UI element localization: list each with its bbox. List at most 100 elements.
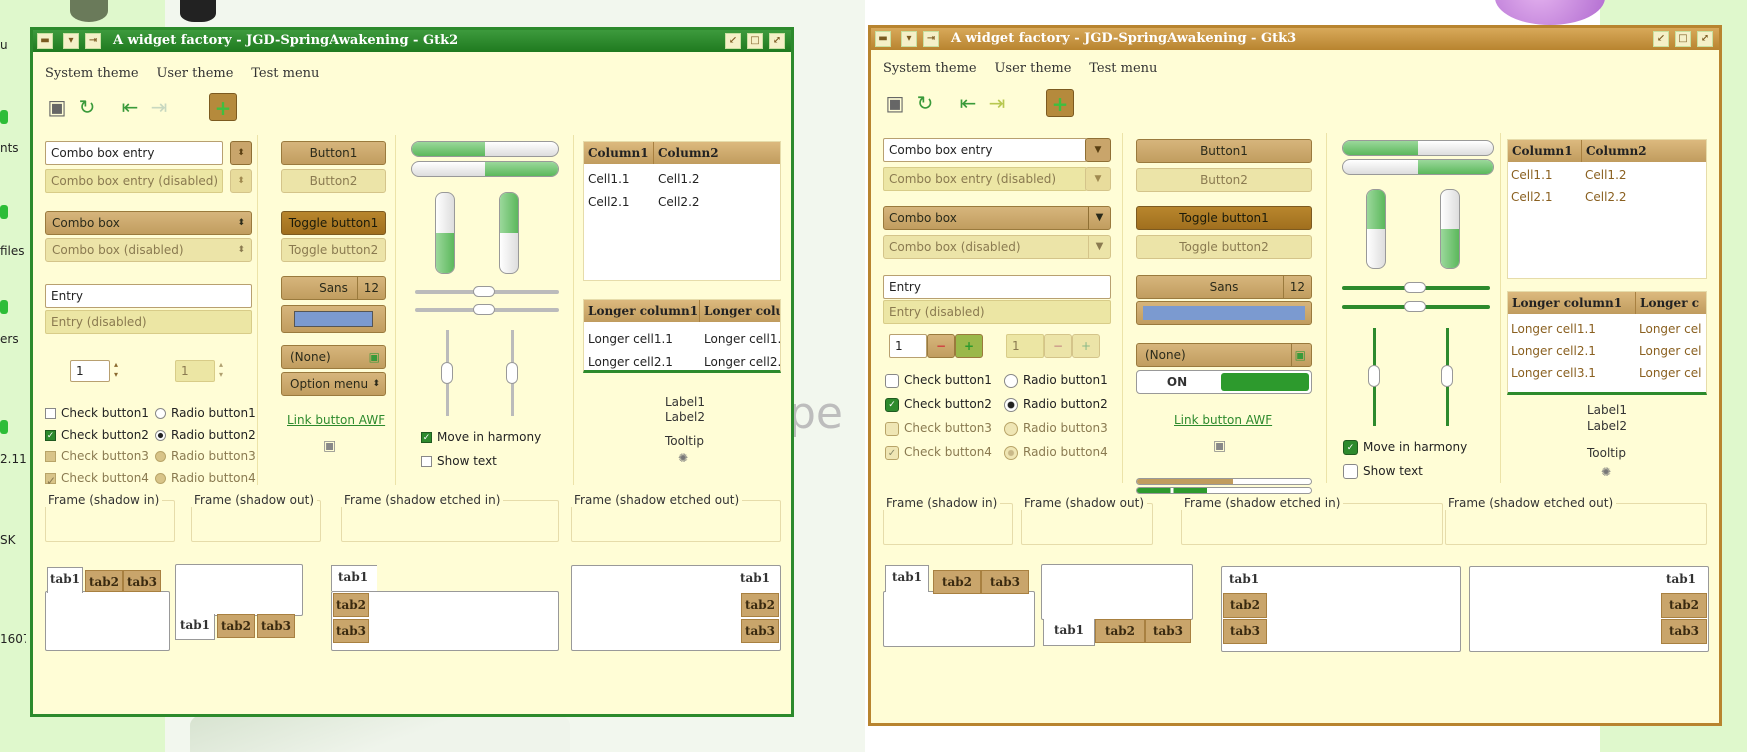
move-in-harmony-check[interactable]: ✓ Move in harmony <box>1343 440 1467 455</box>
tree-cell[interactable]: Longer cel <box>1639 344 1701 358</box>
check-button1[interactable]: Check button1 <box>885 373 992 388</box>
button1[interactable]: Button1 <box>281 141 386 165</box>
tree-cell[interactable]: Longer cell1.1 <box>1511 322 1596 336</box>
tree-cell[interactable]: Cell1.1 <box>1511 168 1553 182</box>
tree-cell[interactable]: Longer cell1. <box>704 332 780 346</box>
tab2[interactable]: tab2 <box>333 593 369 617</box>
vscale-1[interactable] <box>441 330 453 416</box>
tab1[interactable]: tab1 <box>331 565 377 591</box>
window-titlebar[interactable]: ▬ ▾ ⇥ A widget factory - JGD-SpringAwake… <box>871 28 1719 50</box>
move-in-harmony-check[interactable]: ✓ Move in harmony <box>421 430 541 444</box>
go-first-icon[interactable]: ⇤ <box>116 93 144 121</box>
maximize-icon[interactable]: □ <box>1675 31 1691 47</box>
tree-view-1[interactable]: Column1 Column2 Cell1.1 Cell1.2 Cell2.1 C… <box>583 141 781 281</box>
combo-entry-input[interactable]: Combo box entry <box>883 138 1087 162</box>
column-header[interactable]: Longer colu <box>700 300 780 322</box>
desktop-icon[interactable] <box>0 205 8 219</box>
tab1[interactable]: tab1 <box>1043 619 1095 646</box>
desktop-icon-top[interactable] <box>70 0 108 22</box>
tree-cell[interactable]: Longer cel <box>1639 366 1701 380</box>
desktop-icon[interactable] <box>0 300 8 314</box>
tab1[interactable]: tab1 <box>885 565 929 592</box>
option-menu[interactable]: Option menu ⬍ <box>281 372 386 396</box>
vscale-2[interactable] <box>1441 328 1453 426</box>
close-icon[interactable]: ⤢ <box>1697 31 1713 47</box>
tab3[interactable]: tab3 <box>257 614 295 638</box>
column-header[interactable]: Column2 <box>1582 140 1651 162</box>
color-button[interactable] <box>1136 301 1312 325</box>
vscale-1[interactable] <box>1368 328 1380 426</box>
tab2[interactable]: tab2 <box>933 570 981 594</box>
button1[interactable]: Button1 <box>1136 139 1312 163</box>
radio-button2[interactable]: Radio button2 <box>1004 397 1108 412</box>
tab1[interactable]: tab1 <box>1223 568 1273 590</box>
refresh-icon[interactable]: ↻ <box>73 93 101 121</box>
hscale-1[interactable] <box>415 286 559 297</box>
combo-box[interactable]: Combo box ▼ <box>883 206 1111 230</box>
combo-entry-dropdown-icon[interactable]: ▼ <box>1085 138 1111 162</box>
tree-cell[interactable]: Cell1.1 <box>588 172 630 186</box>
switch-handle[interactable] <box>1221 373 1309 391</box>
tree-cell[interactable]: Longer cell2.1 <box>588 355 673 369</box>
tab2[interactable]: tab2 <box>1095 619 1145 643</box>
tab1[interactable]: tab1 <box>1657 568 1705 590</box>
slider-handle[interactable] <box>1368 365 1380 387</box>
pin-icon[interactable]: ▾ <box>63 33 79 49</box>
hscale-2[interactable] <box>415 304 559 315</box>
check-button1[interactable]: Check button1 <box>45 406 149 420</box>
tree-cell[interactable]: Cell2.2 <box>1585 190 1627 204</box>
tab3[interactable]: tab3 <box>333 619 369 643</box>
desktop-icon-top-dark[interactable] <box>180 0 216 22</box>
tree-cell[interactable]: Longer cell1.1 <box>588 332 673 346</box>
tree-cell[interactable]: Longer cell2.2 <box>704 355 780 369</box>
desktop-icon[interactable] <box>0 110 8 124</box>
column-header[interactable]: Column2 <box>654 142 723 164</box>
tab3[interactable]: tab3 <box>981 570 1029 594</box>
spin-button[interactable]: 1 <box>889 334 927 358</box>
tab3[interactable]: tab3 <box>1223 619 1267 644</box>
shade-icon[interactable]: ⇥ <box>85 33 101 49</box>
menu-system-theme[interactable]: System theme <box>883 61 977 76</box>
tab1[interactable]: tab1 <box>47 567 83 593</box>
menu-user-theme[interactable]: User theme <box>994 61 1071 76</box>
spin-decrement-button[interactable]: − <box>927 334 955 358</box>
link-button[interactable]: Link button AWF <box>287 413 385 427</box>
minimize-icon[interactable]: ↙ <box>1653 31 1669 47</box>
window-menu-icon[interactable]: ▬ <box>875 31 891 47</box>
show-text-check[interactable]: Show text <box>1343 464 1423 479</box>
tab2[interactable]: tab2 <box>1661 593 1707 618</box>
close-icon[interactable]: ⤢ <box>769 33 785 49</box>
desktop-icon[interactable] <box>0 420 8 434</box>
tab1[interactable]: tab1 <box>735 567 775 589</box>
maximize-icon[interactable]: □ <box>747 33 763 49</box>
vscale-2[interactable] <box>506 330 518 416</box>
tree-cell[interactable]: Cell2.2 <box>658 195 700 209</box>
column-header[interactable]: Column1 <box>584 142 654 164</box>
hscale-1[interactable] <box>1342 282 1490 293</box>
minimize-icon[interactable]: ↙ <box>725 33 741 49</box>
radio-button1[interactable]: Radio button1 <box>155 406 256 420</box>
combo-entry-dropdown-icon[interactable]: ⬍ <box>230 141 252 165</box>
color-button[interactable] <box>281 305 386 333</box>
hscale-2[interactable] <box>1342 301 1490 312</box>
window-titlebar[interactable]: ▬ ▾ ⇥ A widget factory - JGD-SpringAwake… <box>33 30 791 52</box>
tree-cell[interactable]: Cell1.2 <box>658 172 700 186</box>
slider-handle[interactable] <box>441 362 453 384</box>
tree-cell[interactable]: Cell1.2 <box>1585 168 1627 182</box>
tree-cell[interactable]: Longer cell3.1 <box>1511 366 1596 380</box>
link-button[interactable]: Link button AWF <box>1174 413 1272 427</box>
spin-button[interactable]: 1 <box>70 360 110 382</box>
tab2[interactable]: tab2 <box>741 593 779 617</box>
tab2[interactable]: tab2 <box>217 614 255 638</box>
radio-button2[interactable]: Radio button2 <box>155 428 256 442</box>
toggle-button1[interactable]: Toggle button1 <box>1136 206 1312 230</box>
tree-view-2[interactable]: Longer column1 Longer c Longer cell1.1 Lo… <box>1507 291 1707 395</box>
spin-arrows-icon[interactable]: ▴ ▾ <box>111 360 121 382</box>
tree-cell[interactable]: Cell2.1 <box>588 195 630 209</box>
radio-button1[interactable]: Radio button1 <box>1004 373 1108 388</box>
menu-system-theme[interactable]: System theme <box>45 66 139 81</box>
entry-field[interactable]: Entry <box>883 275 1111 299</box>
pin-icon[interactable]: ▾ <box>901 31 917 47</box>
add-button[interactable]: + <box>1046 89 1074 117</box>
tree-view-1[interactable]: Column1 Column2 Cell1.1 Cell1.2 Cell2.1 C… <box>1507 139 1707 279</box>
